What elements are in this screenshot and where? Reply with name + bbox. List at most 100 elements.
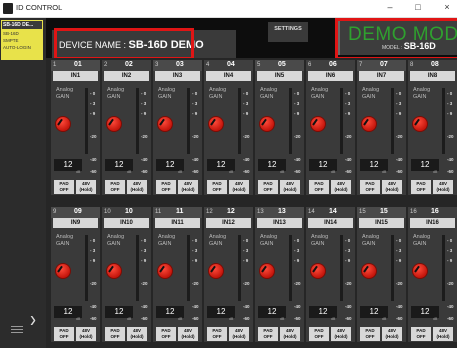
phantom-48v-button[interactable]: 48V (Hold) [331, 327, 351, 341]
gain-knob[interactable] [412, 263, 428, 279]
input-name-button[interactable]: IN15 [359, 218, 404, 228]
phantom-48v-button[interactable]: 48V (Hold) [382, 327, 402, 341]
maximize-button[interactable]: □ [411, 2, 425, 12]
gain-knob[interactable] [361, 263, 377, 279]
gain-unit: dB [76, 317, 81, 321]
phantom-48v-button[interactable]: 48V (Hold) [331, 180, 351, 194]
input-name-button[interactable]: IN5 [257, 71, 302, 81]
channel-selector: 02 [125, 61, 133, 68]
input-name-button[interactable]: IN1 [53, 71, 98, 81]
minimize-button[interactable]: – [383, 2, 397, 12]
channel-header[interactable]: 11 11 [153, 207, 202, 218]
phantom-48v-button[interactable]: 48V (Hold) [433, 180, 453, 194]
input-name-button[interactable]: IN11 [155, 218, 200, 228]
input-name-button[interactable]: IN7 [359, 71, 404, 81]
gain-knob[interactable] [259, 116, 275, 132]
pad-button[interactable]: PAD OFF [360, 327, 380, 341]
input-name-button[interactable]: IN2 [104, 71, 149, 81]
gain-knob[interactable] [259, 263, 275, 279]
phantom-48v-button[interactable]: 48V (Hold) [382, 180, 402, 194]
channel-strip: 14 14 IN14 Analog GAIN - 0 - 3 - 9 -20 -40 -6… [306, 207, 355, 342]
analog-label: Analog [56, 87, 74, 93]
phantom-48v-button[interactable]: 48V (Hold) [178, 180, 198, 194]
channel-header[interactable]: 7 07 [357, 60, 406, 71]
pad-button[interactable]: PAD OFF [309, 327, 329, 341]
phantom-48v-button[interactable]: 48V (Hold) [127, 327, 147, 341]
chevron-right-icon[interactable]: › [30, 306, 36, 333]
channel-header[interactable]: 10 10 [102, 207, 151, 218]
gain-knob[interactable] [106, 116, 122, 132]
pad-button[interactable]: PAD OFF [309, 180, 329, 194]
channel-header[interactable]: 9 09 [51, 207, 100, 218]
pad-button[interactable]: PAD OFF [105, 180, 125, 194]
channel-strip: 12 12 IN12 Analog GAIN - 0 - 3 - 9 -20 -40 -6… [204, 207, 253, 342]
gain-knob[interactable] [361, 116, 377, 132]
channel-header[interactable]: 13 13 [255, 207, 304, 218]
channel-header[interactable]: 1 01 [51, 60, 100, 71]
pad-button[interactable]: PAD OFF [156, 327, 176, 341]
channel-header[interactable]: 6 06 [306, 60, 355, 71]
pad-button[interactable]: PAD OFF [207, 180, 227, 194]
input-name-button[interactable]: IN13 [257, 218, 302, 228]
meter-scale-label: - 9 [192, 258, 198, 263]
gain-knob[interactable] [310, 116, 326, 132]
pad-button[interactable]: PAD OFF [411, 327, 431, 341]
gain-knob[interactable] [157, 263, 173, 279]
gain-knob[interactable] [55, 116, 71, 132]
gain-unit: dB [433, 170, 438, 174]
gain-knob[interactable] [106, 263, 122, 279]
channel-header[interactable]: 5 05 [255, 60, 304, 71]
phantom-48v-button[interactable]: 48V (Hold) [280, 180, 300, 194]
channel-header[interactable]: 2 02 [102, 60, 151, 71]
input-name-button[interactable]: IN8 [410, 71, 455, 81]
meter-scale-label: - 3 [447, 101, 453, 106]
pad-button[interactable]: PAD OFF [54, 180, 74, 194]
phantom-48v-button[interactable]: 48V (Hold) [178, 327, 198, 341]
close-button[interactable]: × [440, 2, 454, 12]
input-name-button[interactable]: IN12 [206, 218, 251, 228]
phantom-48v-button[interactable]: 48V (Hold) [76, 180, 96, 194]
phantom-48v-button[interactable]: 48V (Hold) [76, 327, 96, 341]
input-name-button[interactable]: IN9 [53, 218, 98, 228]
channel-header[interactable]: 12 12 [204, 207, 253, 218]
gain-knob[interactable] [55, 263, 71, 279]
pad-button[interactable]: PAD OFF [207, 327, 227, 341]
gain-knob[interactable] [157, 116, 173, 132]
gain-knob[interactable] [208, 263, 224, 279]
pad-button[interactable]: PAD OFF [258, 180, 278, 194]
pad-button[interactable]: PAD OFF [411, 180, 431, 194]
device-card[interactable]: SB-16D DE... SB-16D SMPTE AUTO-LOGIN [1, 20, 43, 60]
channel-number: 11 [155, 209, 162, 215]
channel-header[interactable]: 15 15 [357, 207, 406, 218]
channel-selector: 01 [74, 61, 82, 68]
input-name-button[interactable]: IN16 [410, 218, 455, 228]
input-name-button[interactable]: IN3 [155, 71, 200, 81]
settings-button[interactable]: SETTINGS [268, 22, 308, 42]
gain-knob[interactable] [208, 116, 224, 132]
gain-knob[interactable] [310, 263, 326, 279]
hamburger-menu-icon[interactable] [11, 326, 23, 334]
phantom-48v-button[interactable]: 48V (Hold) [229, 327, 249, 341]
channel-header[interactable]: 4 04 [204, 60, 253, 71]
pad-button[interactable]: PAD OFF [156, 180, 176, 194]
pad-button[interactable]: PAD OFF [105, 327, 125, 341]
channel-header[interactable]: 8 08 [408, 60, 457, 71]
input-name-button[interactable]: IN6 [308, 71, 353, 81]
input-name-button[interactable]: IN10 [104, 218, 149, 228]
channel-header[interactable]: 14 14 [306, 207, 355, 218]
channel-header[interactable]: 3 03 [153, 60, 202, 71]
phantom-48v-button[interactable]: 48V (Hold) [229, 180, 249, 194]
pad-button[interactable]: PAD OFF [54, 327, 74, 341]
phantom-48v-button[interactable]: 48V (Hold) [433, 327, 453, 341]
pad-button[interactable]: PAD OFF [258, 327, 278, 341]
gain-knob[interactable] [412, 116, 428, 132]
meter-scale-label: - 3 [192, 248, 198, 253]
pad-state: OFF [212, 187, 222, 192]
input-name-button[interactable]: IN14 [308, 218, 353, 228]
input-name-button[interactable]: IN4 [206, 71, 251, 81]
gain-label: GAIN [56, 94, 70, 100]
phantom-48v-button[interactable]: 48V (Hold) [280, 327, 300, 341]
pad-button[interactable]: PAD OFF [360, 180, 380, 194]
channel-header[interactable]: 16 16 [408, 207, 457, 218]
phantom-48v-button[interactable]: 48V (Hold) [127, 180, 147, 194]
